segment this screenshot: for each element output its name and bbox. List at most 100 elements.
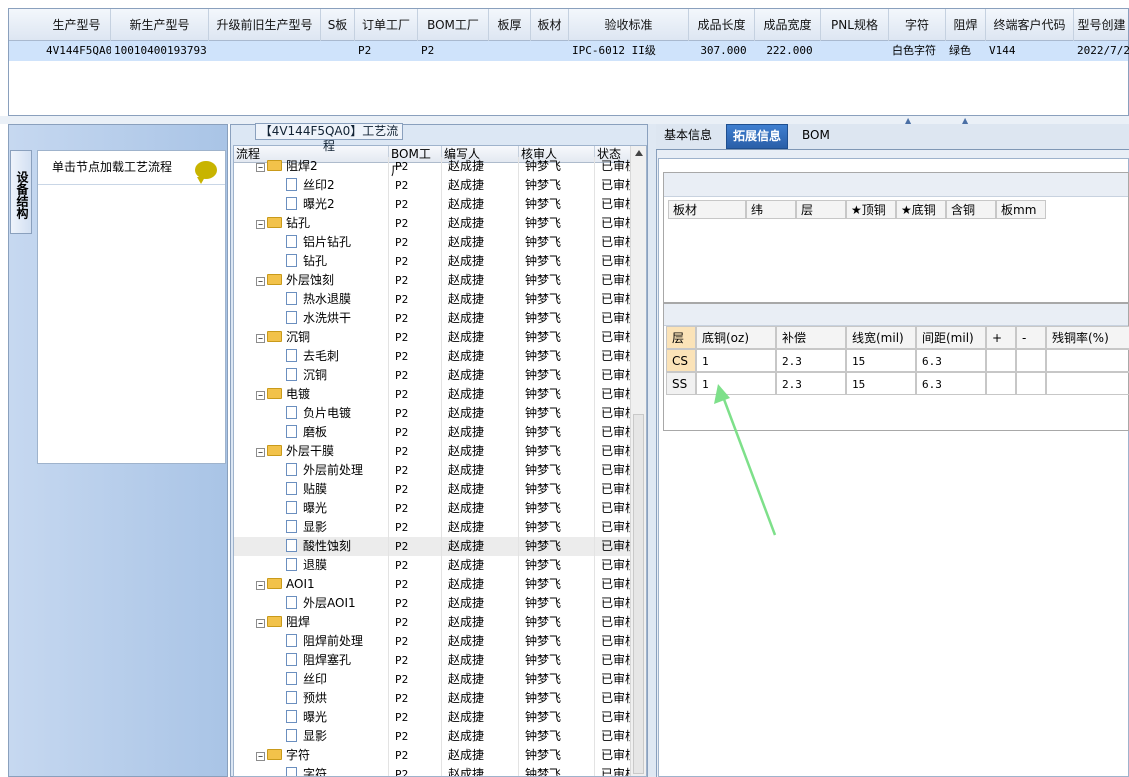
process-row[interactable]: 负片电镀 P2 赵成捷钟梦飞已审核 <box>234 404 631 423</box>
process-row[interactable]: 外层前处理 P2 赵成捷钟梦飞已审核 <box>234 461 631 480</box>
copper-cell[interactable]: CS <box>666 349 696 372</box>
process-row[interactable]: − 字符 P2 赵成捷钟梦飞已审核 <box>234 746 631 765</box>
process-row[interactable]: 曝光 P2 赵成捷钟梦飞已审核 <box>234 499 631 518</box>
row-cell[interactable] <box>209 41 321 61</box>
column-header[interactable]: 板厚 <box>489 9 531 41</box>
row-cell[interactable]: P2 <box>418 41 489 61</box>
column-header[interactable]: 型号创建 <box>1074 9 1129 41</box>
process-row[interactable]: − 阻焊2 P2 赵成捷钟梦飞已审核 <box>234 157 631 176</box>
row-cell[interactable]: 307.000 <box>689 41 755 61</box>
process-row[interactable]: − 外层蚀刻 P2 赵成捷钟梦飞已审核 <box>234 271 631 290</box>
process-row[interactable]: 热水退膜 P2 赵成捷钟梦飞已审核 <box>234 290 631 309</box>
row-cell[interactable]: 10010400193793 <box>111 41 209 61</box>
row-cell[interactable] <box>489 41 531 61</box>
row-cell[interactable]: 222.000 <box>755 41 821 61</box>
process-row[interactable]: 外层AOI1 P2 赵成捷钟梦飞已审核 <box>234 594 631 613</box>
vertical-splitter[interactable] <box>648 124 656 777</box>
copper-column-header[interactable]: 补偿 <box>776 326 846 349</box>
stackup-column-header[interactable]: 层 <box>796 200 846 219</box>
copper-cell[interactable] <box>986 349 1016 372</box>
scroll-up-icon[interactable] <box>635 150 643 156</box>
row-cell[interactable]: IPC-6012 II级 <box>569 41 689 61</box>
row-cell[interactable]: 4V144F5QA0 <box>43 41 111 61</box>
product-row[interactable]: 4V144F5QA0 10010400193793 P2 P2 IPC-6012 II级… <box>9 41 1129 61</box>
process-row[interactable]: 退膜 P2 赵成捷钟梦飞已审核 <box>234 556 631 575</box>
process-row[interactable]: 磨板 P2 赵成捷钟梦飞已审核 <box>234 423 631 442</box>
copper-column-header[interactable]: 残铜率(%) <box>1046 326 1129 349</box>
process-row[interactable]: 阻焊前处理 P2 赵成捷钟梦飞已审核 <box>234 632 631 651</box>
stackup-column-header[interactable]: 纬 <box>746 200 796 219</box>
tab-extended-info[interactable]: 拓展信息 <box>726 124 789 149</box>
column-header[interactable]: BOM工厂 <box>418 9 489 41</box>
row-cell[interactable]: 白色字符 <box>889 41 946 61</box>
column-header[interactable]: 成品宽度 <box>755 9 821 41</box>
row-cell[interactable]: 2022/7/22 <box>1074 41 1129 61</box>
column-header[interactable]: 订单工厂 <box>355 9 418 41</box>
copper-cell[interactable] <box>986 372 1016 395</box>
process-row[interactable]: − AOI1 P2 赵成捷钟梦飞已审核 <box>234 575 631 594</box>
row-cell[interactable] <box>531 41 569 61</box>
process-row[interactable]: − 外层干膜 P2 赵成捷钟梦飞已审核 <box>234 442 631 461</box>
process-row[interactable]: − 沉铜 P2 赵成捷钟梦飞已审核 <box>234 328 631 347</box>
copper-column-header[interactable]: 底铜(oz) <box>696 326 776 349</box>
node-hint-bar[interactable]: 单击节点加载工艺流程 <box>38 151 225 185</box>
process-row[interactable]: 曝光 P2 赵成捷钟梦飞已审核 <box>234 708 631 727</box>
process-row[interactable]: 显影 P2 赵成捷钟梦飞已审核 <box>234 727 631 746</box>
stackup-column-header[interactable]: 含铜 <box>946 200 996 219</box>
stackup-column-header[interactable]: ★底铜 <box>896 200 946 219</box>
process-row[interactable]: − 阻焊 P2 赵成捷钟梦飞已审核 <box>234 613 631 632</box>
copper-cell[interactable] <box>1046 349 1129 372</box>
copper-cell[interactable] <box>1046 372 1129 395</box>
process-row[interactable]: 沉铜 P2 赵成捷钟梦飞已审核 <box>234 366 631 385</box>
copper-column-header[interactable]: 层 <box>666 326 696 349</box>
stackup-column-header[interactable]: 板材 <box>668 200 746 219</box>
column-header[interactable]: 板材 <box>531 9 569 41</box>
process-row[interactable]: 显影 P2 赵成捷钟梦飞已审核 <box>234 518 631 537</box>
copper-column-header[interactable]: + <box>986 326 1016 349</box>
collapse-icon[interactable]: − <box>256 220 265 229</box>
process-row[interactable]: 丝印 P2 赵成捷钟梦飞已审核 <box>234 670 631 689</box>
column-header[interactable]: 验收标准 <box>569 9 689 41</box>
copper-cell[interactable]: 6.3 <box>916 349 986 372</box>
column-header[interactable]: 终端客户代码 <box>986 9 1074 41</box>
collapse-icon[interactable]: − <box>256 752 265 761</box>
process-row[interactable]: 预烘 P2 赵成捷钟梦飞已审核 <box>234 689 631 708</box>
column-header[interactable]: 生产型号 <box>43 9 111 41</box>
process-row[interactable]: 曝光2 P2 赵成捷钟梦飞已审核 <box>234 195 631 214</box>
row-cell[interactable]: 绿色 <box>946 41 986 61</box>
process-row[interactable]: 阻焊塞孔 P2 赵成捷钟梦飞已审核 <box>234 651 631 670</box>
copper-cell[interactable]: 2.3 <box>776 349 846 372</box>
column-header[interactable]: 新生产型号 <box>111 9 209 41</box>
vertical-scrollbar[interactable] <box>630 146 646 776</box>
column-header[interactable]: 成品长度 <box>689 9 755 41</box>
column-header[interactable]: 字符 <box>889 9 946 41</box>
row-cell[interactable] <box>321 41 355 61</box>
copper-cell[interactable]: 15 <box>846 349 916 372</box>
tab-bom[interactable]: BOM <box>796 124 836 149</box>
process-row[interactable]: − 钻孔 P2 赵成捷钟梦飞已审核 <box>234 214 631 233</box>
process-row[interactable]: 丝印2 P2 赵成捷钟梦飞已审核 <box>234 176 631 195</box>
copper-column-header[interactable]: - <box>1016 326 1046 349</box>
row-cell[interactable]: V144 <box>986 41 1074 61</box>
process-row[interactable]: 酸性蚀刻 P2 赵成捷钟梦飞已审核 <box>234 537 631 556</box>
copper-column-header[interactable]: 间距(mil) <box>916 326 986 349</box>
row-cell[interactable]: P2 <box>355 41 418 61</box>
process-row[interactable]: 字符 P2 赵成捷钟梦飞已审核 <box>234 765 631 776</box>
column-header[interactable]: 阻焊 <box>946 9 986 41</box>
row-cell[interactable] <box>821 41 889 61</box>
column-header[interactable]: 升级前旧生产型号 <box>209 9 321 41</box>
stackup-column-header[interactable]: 板mm <box>996 200 1046 219</box>
collapse-icon[interactable]: − <box>256 334 265 343</box>
column-header[interactable]: PNL规格 <box>821 9 889 41</box>
copper-cell[interactable]: 1 <box>696 349 776 372</box>
collapse-icon[interactable]: − <box>256 277 265 286</box>
equipment-structure-tab[interactable]: 设备结构 <box>10 150 32 234</box>
copper-cell[interactable] <box>1016 349 1046 372</box>
process-row[interactable]: 铝片钻孔 P2 赵成捷钟梦飞已审核 <box>234 233 631 252</box>
process-row[interactable]: 钻孔 P2 赵成捷钟梦飞已审核 <box>234 252 631 271</box>
column-header[interactable]: S板 <box>321 9 355 41</box>
collapse-icon[interactable]: − <box>256 163 265 172</box>
copper-cell[interactable] <box>1016 372 1046 395</box>
collapse-icon[interactable]: − <box>256 581 265 590</box>
stackup-column-header[interactable]: ★顶铜 <box>846 200 896 219</box>
